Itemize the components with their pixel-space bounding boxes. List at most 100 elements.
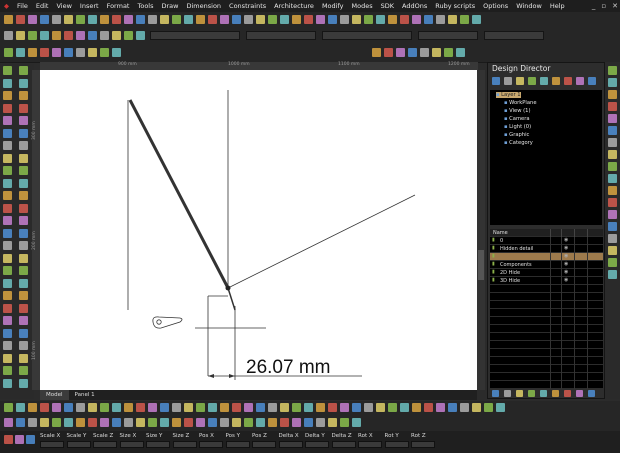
left-a-tool-icon[interactable] (3, 141, 12, 150)
main-tool-icon[interactable] (436, 15, 445, 24)
format-combo-box[interactable] (246, 31, 316, 40)
format-tool-icon[interactable] (124, 31, 133, 40)
main-tool-icon[interactable] (388, 15, 397, 24)
visibility-icon[interactable]: ◉ (564, 269, 568, 275)
format-tool-icon[interactable] (136, 31, 145, 40)
format-combo-box[interactable] (484, 31, 544, 40)
left-a-tool-icon[interactable] (3, 66, 12, 75)
table-row[interactable]: ▮ ◉ (490, 253, 603, 261)
bottom-tool-icon[interactable] (16, 403, 25, 412)
bottom-tool-icon[interactable] (424, 403, 433, 412)
left-a-tool-icon[interactable] (3, 328, 12, 338)
bottom-b-tool-icon[interactable] (232, 418, 241, 427)
table-row[interactable]: ▮ Hidden detail ◉ (490, 245, 603, 253)
status-field[interactable] (411, 441, 435, 448)
left-a-tool-icon[interactable] (3, 166, 12, 175)
director-tool-icon[interactable] (516, 77, 524, 85)
bottom-tool-icon[interactable] (4, 403, 13, 412)
director-tool-icon[interactable] (552, 77, 560, 85)
left-b-tool-icon[interactable] (19, 116, 28, 125)
bottom-b-tool-icon[interactable] (280, 418, 289, 427)
bottom-tool-icon[interactable] (172, 403, 181, 412)
tree-item[interactable]: ▪ WorkPlane (504, 100, 537, 106)
bottom-b-tool-icon[interactable] (316, 418, 325, 427)
tools-tool-icon[interactable] (420, 48, 429, 57)
menu-ruby-scripts[interactable]: Ruby scripts (431, 0, 479, 12)
bottom-tool-icon[interactable] (76, 403, 85, 412)
left-b-tool-icon[interactable] (19, 166, 28, 175)
director-footer-tool-icon[interactable] (504, 390, 511, 397)
restore-icon[interactable]: ▫ (601, 2, 606, 10)
format-tool-icon[interactable] (52, 31, 61, 40)
left-b-tool-icon[interactable] (19, 103, 28, 113)
format-combo-box[interactable] (418, 31, 478, 40)
left-a-tool-icon[interactable] (3, 366, 12, 375)
left-b-tool-icon[interactable] (19, 241, 28, 250)
table-row[interactable]: ▮ Components ◉ (490, 261, 603, 269)
left-b-tool-icon[interactable] (19, 191, 28, 200)
status-field[interactable] (384, 441, 409, 448)
tools-tool-icon[interactable] (408, 48, 417, 57)
bottom-b-tool-icon[interactable] (136, 418, 145, 427)
bottom-tool-icon[interactable] (484, 403, 493, 412)
left-a-tool-icon[interactable] (3, 128, 12, 138)
bottom-tool-icon[interactable] (496, 403, 505, 412)
format-tool-icon[interactable] (112, 31, 121, 40)
bottom-b-tool-icon[interactable] (28, 418, 37, 427)
table-row[interactable] (490, 341, 603, 349)
bottom-b-tool-icon[interactable] (304, 418, 313, 427)
tree-item[interactable]: ▪ Graphic (504, 132, 529, 138)
tools-tool-icon[interactable] (112, 48, 121, 57)
left-b-tool-icon[interactable] (19, 66, 28, 75)
main-tool-icon[interactable] (172, 15, 181, 24)
left-b-tool-icon[interactable] (19, 316, 28, 325)
table-row[interactable] (490, 325, 603, 333)
scroll-thumb[interactable] (478, 250, 484, 280)
table-row[interactable] (490, 349, 603, 357)
status-tool-icon[interactable] (15, 435, 24, 444)
left-b-tool-icon[interactable] (19, 91, 28, 100)
main-tool-icon[interactable] (76, 15, 85, 24)
table-row[interactable] (490, 285, 603, 293)
bottom-tool-icon[interactable] (148, 403, 157, 412)
bottom-tool-icon[interactable] (196, 403, 205, 412)
menu-format[interactable]: Format (103, 0, 134, 12)
format-tool-icon[interactable] (100, 31, 109, 40)
director-footer-tool-icon[interactable] (552, 390, 559, 397)
main-tool-icon[interactable] (112, 15, 121, 24)
bottom-tool-icon[interactable] (448, 403, 457, 412)
bottom-b-tool-icon[interactable] (76, 418, 85, 427)
director-tool-icon[interactable] (588, 77, 596, 85)
status-field[interactable] (252, 441, 276, 448)
left-a-tool-icon[interactable] (3, 278, 12, 288)
layer-grid[interactable]: Name ▮ 0 ◉ ▮ Hidden detail ◉ ▮ ◉ ▮ Components ◉ ▮ 2D… (490, 229, 603, 389)
bottom-b-tool-icon[interactable] (220, 418, 229, 427)
table-row[interactable] (490, 357, 603, 365)
status-tool-icon[interactable] (4, 435, 13, 444)
tree-item[interactable]: ▪ Category (504, 140, 533, 146)
main-tool-icon[interactable] (460, 15, 469, 24)
short-segment[interactable] (227, 287, 236, 311)
menu-options[interactable]: Options (479, 0, 512, 12)
bottom-b-tool-icon[interactable] (88, 418, 97, 427)
bottom-b-tool-icon[interactable] (148, 418, 157, 427)
main-tool-icon[interactable] (256, 15, 265, 24)
bottom-b-tool-icon[interactable] (16, 418, 25, 427)
main-tool-icon[interactable] (472, 15, 481, 24)
status-field[interactable] (305, 441, 329, 448)
tree-item[interactable]: ▪ Camera (504, 116, 530, 122)
main-tool-icon[interactable] (16, 15, 25, 24)
bottom-tool-icon[interactable] (40, 403, 49, 412)
bottom-tool-icon[interactable] (64, 403, 73, 412)
bottom-tool-icon[interactable] (160, 403, 169, 412)
left-a-tool-icon[interactable] (3, 78, 12, 88)
tools-tool-icon[interactable] (16, 48, 25, 57)
right-tool-icon[interactable] (608, 78, 617, 87)
right-tool-icon[interactable] (608, 126, 617, 135)
menu-addons[interactable]: AddOns (398, 0, 431, 12)
bottom-tool-icon[interactable] (472, 403, 481, 412)
format-tool-icon[interactable] (40, 31, 49, 40)
main-tool-icon[interactable] (340, 15, 349, 24)
tab-model[interactable]: Model (40, 390, 69, 400)
right-tool-icon[interactable] (608, 138, 617, 147)
